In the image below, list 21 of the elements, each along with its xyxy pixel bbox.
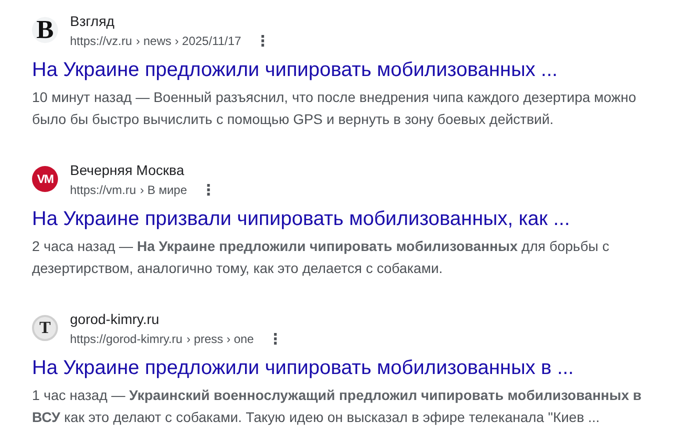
- breadcrumb-path: › press › one: [186, 330, 254, 348]
- result-snippet: 10 минут назад — Военный разъяснил, что после внедрения чипа каждого дезертира можно было бы быстро вычислить с помощью GPS и вернуть в зону боевых действий.: [32, 88, 638, 129]
- result-snippet: 1 час назад — Украинский военнослужащий предложил чипировать мобилизованных в ВСУ как это делают с собаками. Такую идею он высказал в эфире телеканала "Киев ...: [32, 386, 642, 427]
- breadcrumb-path: › news › 2025/11/17: [136, 32, 242, 50]
- site-name: gorod-kimry.ru: [70, 310, 160, 328]
- site-name: Взгляд: [70, 12, 116, 30]
- site-logo-icon: VM: [32, 166, 58, 192]
- more-options-button[interactable]: ⋮: [264, 330, 287, 348]
- more-options-button[interactable]: ⋮: [251, 32, 274, 50]
- result-url: https://gorod-kimry.ru: [70, 330, 182, 348]
- result-url: https://vm.ru: [70, 182, 136, 198]
- more-options-button[interactable]: ⋮: [197, 180, 220, 198]
- site-logo-icon: B: [32, 17, 58, 43]
- result-title-link[interactable]: На Украине призвали чипировать мобилизованных, как ...: [32, 206, 570, 232]
- result-title-link[interactable]: На Украине предложили чипировать мобилизованных ...: [32, 57, 558, 83]
- result-snippet: 2 часа назад — На Украине предложили чипировать мобилизованных для борьбы с дезертирством, аналогично тому, как это делается с собаками.: [32, 237, 610, 278]
- breadcrumb-path: › В мире: [140, 182, 187, 198]
- result-title-link[interactable]: На Украине предложили чипировать мобилизованных в ...: [32, 355, 574, 381]
- site-logo-icon: T: [32, 315, 58, 341]
- site-name: Вечерняя Москва: [70, 160, 186, 180]
- result-url: https://vz.ru: [70, 32, 132, 50]
